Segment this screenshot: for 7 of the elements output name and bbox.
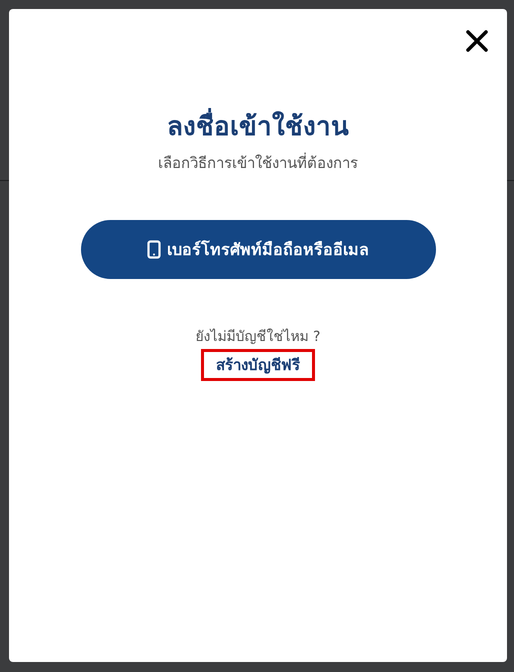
- close-button[interactable]: [465, 29, 489, 53]
- phone-email-login-button[interactable]: เบอร์โทรศัพท์มือถือหรืออีเมล: [80, 220, 436, 279]
- signup-prompt: ยังไม่มีบัญชีใช่ไหม ?: [196, 329, 320, 346]
- create-account-link[interactable]: สร้างบัญชีฟรี: [201, 348, 315, 381]
- close-icon: [466, 30, 488, 52]
- dialog-subtitle: เลือกวิธีการเข้าใช้งานที่ต้องการ: [158, 152, 358, 174]
- phone-icon: [147, 240, 161, 259]
